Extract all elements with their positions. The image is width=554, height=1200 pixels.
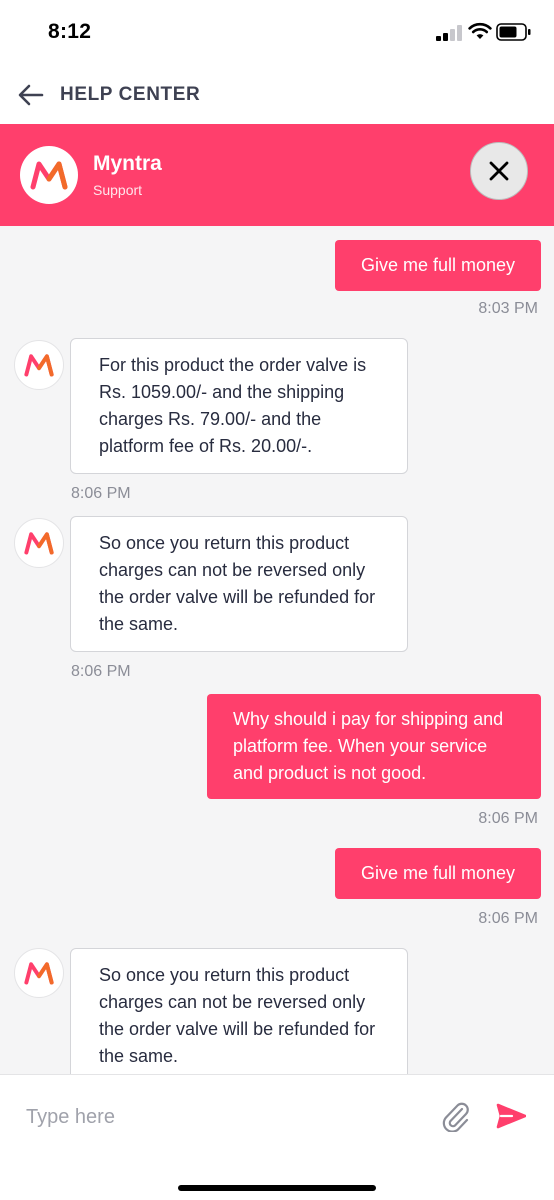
support-avatar [14, 340, 64, 390]
support-subtitle: Support [93, 182, 143, 198]
attach-button[interactable] [438, 1099, 472, 1133]
back-button[interactable] [16, 80, 46, 110]
cellular-signal-icon [436, 25, 462, 41]
send-icon [496, 1103, 526, 1129]
myntra-logo [20, 146, 78, 204]
support-avatar [14, 948, 64, 998]
support-message: For this product the order valve is Rs. … [70, 338, 408, 474]
message-time: 8:06 PM [478, 910, 538, 927]
home-indicator [178, 1185, 376, 1191]
user-message: Give me full money [334, 240, 541, 291]
wifi-icon [468, 22, 492, 39]
myntra-logo-icon [24, 532, 54, 555]
arrow-left-icon [18, 84, 44, 106]
myntra-logo-icon [24, 962, 54, 985]
support-message: So once you return this product charges … [70, 948, 408, 1074]
user-message: Why should i pay for shipping and platfo… [207, 694, 541, 799]
page-title: HELP CENTER [60, 84, 201, 105]
nav-bar: HELP CENTER [0, 64, 554, 124]
myntra-logo-icon [30, 161, 68, 190]
message-time: 8:06 PM [478, 810, 538, 827]
user-message: Give me full money [334, 848, 541, 899]
message-time: 8:06 PM [71, 485, 131, 502]
paperclip-icon [442, 1102, 469, 1132]
status-time: 8:12 [48, 20, 92, 43]
message-time: 8:06 PM [71, 663, 131, 680]
chat-area[interactable]: Give me full money 8:03 PM For this prod… [0, 226, 554, 1074]
close-icon [489, 161, 509, 181]
support-avatar [14, 518, 64, 568]
close-button[interactable] [470, 142, 528, 200]
support-name: Myntra [93, 152, 162, 175]
status-bar: 8:12 [0, 0, 554, 64]
send-button[interactable] [494, 1099, 528, 1133]
support-message: So once you return this product charges … [70, 516, 408, 652]
battery-icon [496, 23, 531, 41]
message-composer [0, 1074, 554, 1200]
message-time: 8:03 PM [478, 300, 538, 317]
myntra-logo-icon [24, 354, 54, 377]
message-input[interactable] [26, 1101, 416, 1133]
